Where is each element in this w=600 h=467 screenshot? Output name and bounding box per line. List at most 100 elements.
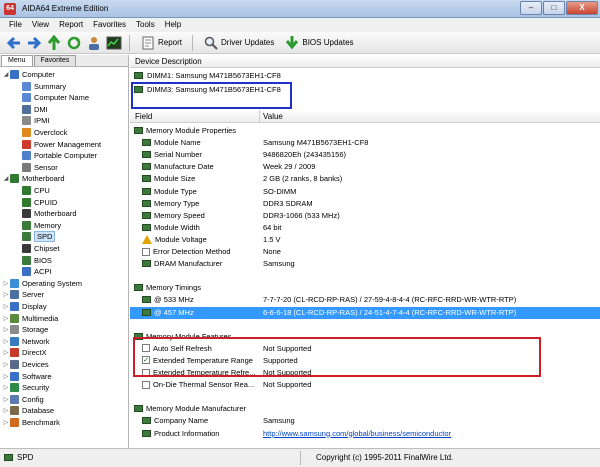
tree-item-cpuid[interactable]: CPUID — [14, 197, 57, 208]
tree-item-acpi[interactable]: ACPI — [14, 266, 52, 277]
expand-icon[interactable]: ▷ — [2, 326, 10, 333]
tree-item-software[interactable]: ▷ Software — [2, 371, 52, 382]
menu-file[interactable]: File — [4, 18, 27, 32]
device-item-dimm1[interactable]: DIMM1: Samsung M471B5673EH1-CF8 — [134, 71, 281, 80]
expand-icon[interactable]: ▷ — [2, 303, 10, 310]
tree-item-computer[interactable]: ◢ Computer — [2, 69, 55, 80]
field-cell: Manufacture Date — [142, 162, 214, 171]
expand-icon[interactable]: ▷ — [2, 361, 10, 368]
tree-item-operating-system[interactable]: ▷ Operating System — [2, 278, 82, 289]
menu-view[interactable]: View — [27, 18, 54, 32]
property-row[interactable]: Manufacture Date Week 29 / 2009 — [130, 161, 600, 173]
tree-item-portable-computer[interactable]: Portable Computer — [14, 150, 97, 161]
tree-item-bios[interactable]: BIOS — [14, 255, 52, 266]
expand-icon[interactable]: ▷ — [2, 349, 10, 356]
property-row[interactable]: On-Die Thermal Sensor Rea... Not Supporte… — [130, 379, 600, 391]
expand-icon[interactable]: ▷ — [2, 407, 10, 414]
memory-chip-icon — [142, 223, 151, 231]
expand-icon[interactable]: ▷ — [2, 419, 10, 426]
expand-icon[interactable]: ▷ — [2, 280, 10, 287]
collapse-icon[interactable]: ◢ — [2, 175, 10, 182]
property-row[interactable]: Company Name Samsung — [130, 415, 600, 427]
report-button[interactable]: Report — [137, 35, 185, 51]
user-icon[interactable] — [86, 35, 102, 51]
property-row[interactable]: Product Information http://www.samsung.co… — [130, 428, 600, 440]
tree-item-motherboard[interactable]: Motherboard — [14, 208, 77, 219]
tree-item-benchmark[interactable]: ▷ Benchmark — [2, 417, 60, 428]
property-row[interactable]: Memory Speed DDR3-1066 (533 MHz) — [130, 210, 600, 222]
memory-chip-icon — [142, 175, 151, 183]
tree-item-server[interactable]: ▷ Server — [2, 289, 44, 300]
value-cell: 1.5 V — [263, 234, 281, 244]
menu-favorites[interactable]: Favorites — [88, 18, 131, 32]
tree-item-summary[interactable]: Summary — [14, 81, 66, 92]
driver-updates-button[interactable]: Driver Updates — [200, 35, 277, 51]
tree-item-motherboard[interactable]: ◢ Motherboard — [2, 173, 65, 184]
menu-report[interactable]: Report — [54, 18, 88, 32]
column-separator[interactable] — [259, 110, 260, 123]
overclock-icon — [22, 128, 31, 137]
property-row[interactable]: Module Width 64 bit — [130, 222, 600, 234]
forward-icon[interactable] — [26, 35, 42, 51]
column-headers: Field Value — [130, 110, 600, 123]
tree-item-config[interactable]: ▷ Config — [2, 394, 44, 405]
tab-favorites[interactable]: Favorites — [33, 55, 77, 66]
section-header[interactable]: Memory Module Properties — [130, 125, 600, 137]
tree-item-computer-name[interactable]: Computer Name — [14, 92, 89, 103]
back-icon[interactable] — [6, 35, 22, 51]
bios-updates-button[interactable]: BIOS Updates — [281, 35, 356, 51]
tree-item-display[interactable]: ▷ Display — [2, 301, 47, 312]
section-header[interactable]: Memory Module Manufacturer — [130, 403, 600, 415]
tree-item-spd[interactable]: SPD — [14, 231, 56, 243]
expand-icon[interactable]: ▷ — [2, 315, 10, 322]
tree-item-multimedia[interactable]: ▷ Multimedia — [2, 313, 58, 324]
tab-menu[interactable]: Menu — [1, 55, 33, 66]
tree-item-database[interactable]: ▷ Database — [2, 405, 54, 416]
property-row[interactable]: DRAM Manufacturer Samsung — [130, 258, 600, 270]
expand-icon[interactable]: ▷ — [2, 396, 10, 403]
up-icon[interactable] — [46, 34, 62, 51]
collapse-icon[interactable]: ◢ — [2, 71, 10, 78]
property-row[interactable]: Module Voltage 1.5 V — [130, 234, 600, 246]
menu-tools[interactable]: Tools — [131, 18, 160, 32]
tree-item-power-management[interactable]: Power Management — [14, 139, 101, 150]
tree-item-dmi[interactable]: DMI — [14, 104, 48, 115]
tree-item-memory[interactable]: Memory — [14, 220, 61, 231]
expand-icon[interactable]: ▷ — [2, 291, 10, 298]
chart-icon[interactable] — [106, 35, 122, 51]
menu-help[interactable]: Help — [160, 18, 186, 32]
close-button[interactable]: X — [566, 1, 598, 15]
tree-item-network[interactable]: ▷ Network — [2, 336, 50, 347]
tree-item-devices[interactable]: ▷ Devices — [2, 359, 49, 370]
refresh-icon[interactable] — [66, 35, 82, 51]
property-row[interactable]: Module Name Samsung M471B5673EH1-CF8 — [130, 137, 600, 149]
tree-item-label: Summary — [34, 81, 67, 91]
tree-item-directx[interactable]: ▷ DirectX — [2, 347, 47, 358]
tree-item-chipset[interactable]: Chipset — [14, 243, 59, 254]
property-row[interactable]: Error Detection Method None — [130, 246, 600, 258]
magnifier-icon — [203, 35, 219, 51]
expand-icon[interactable]: ▷ — [2, 338, 10, 345]
memory-chip-icon — [134, 72, 143, 79]
tree-item-storage[interactable]: ▷ Storage — [2, 324, 48, 335]
property-row[interactable]: Memory Type DDR3 SDRAM — [130, 198, 600, 210]
maximize-button[interactable]: □ — [543, 1, 565, 15]
product-info-link[interactable]: http://www.samsung.com/global/business/s… — [263, 429, 451, 438]
tree-item-ipmi[interactable]: IPMI — [14, 115, 49, 126]
tree-item-security[interactable]: ▷ Security — [2, 382, 49, 393]
minimize-button[interactable]: – — [520, 1, 542, 15]
property-row[interactable]: Serial Number 9486820Eh (243435156) — [130, 149, 600, 161]
memory-chip-icon — [134, 127, 143, 134]
column-value[interactable]: Value — [263, 112, 283, 121]
property-row[interactable]: Module Type SO-DIMM — [130, 186, 600, 198]
expand-icon[interactable]: ▷ — [2, 373, 10, 380]
property-row[interactable]: @ 457 MHz 6-6-6-18 (CL-RCD-RP-RAS) / 24-5… — [130, 306, 600, 319]
tree-item-cpu[interactable]: CPU — [14, 185, 50, 196]
section-header[interactable]: Memory Timings — [130, 282, 600, 294]
property-row[interactable]: Module Size 2 GB (2 ranks, 8 banks) — [130, 173, 600, 185]
expand-icon[interactable]: ▷ — [2, 384, 10, 391]
column-field[interactable]: Field — [135, 112, 152, 121]
property-row[interactable]: @ 533 MHz 7-7-7-20 (CL-RCD-RP-RAS) / 27-5… — [130, 294, 600, 306]
tree-item-overclock[interactable]: Overclock — [14, 127, 67, 138]
tree-item-sensor[interactable]: Sensor — [14, 162, 58, 173]
